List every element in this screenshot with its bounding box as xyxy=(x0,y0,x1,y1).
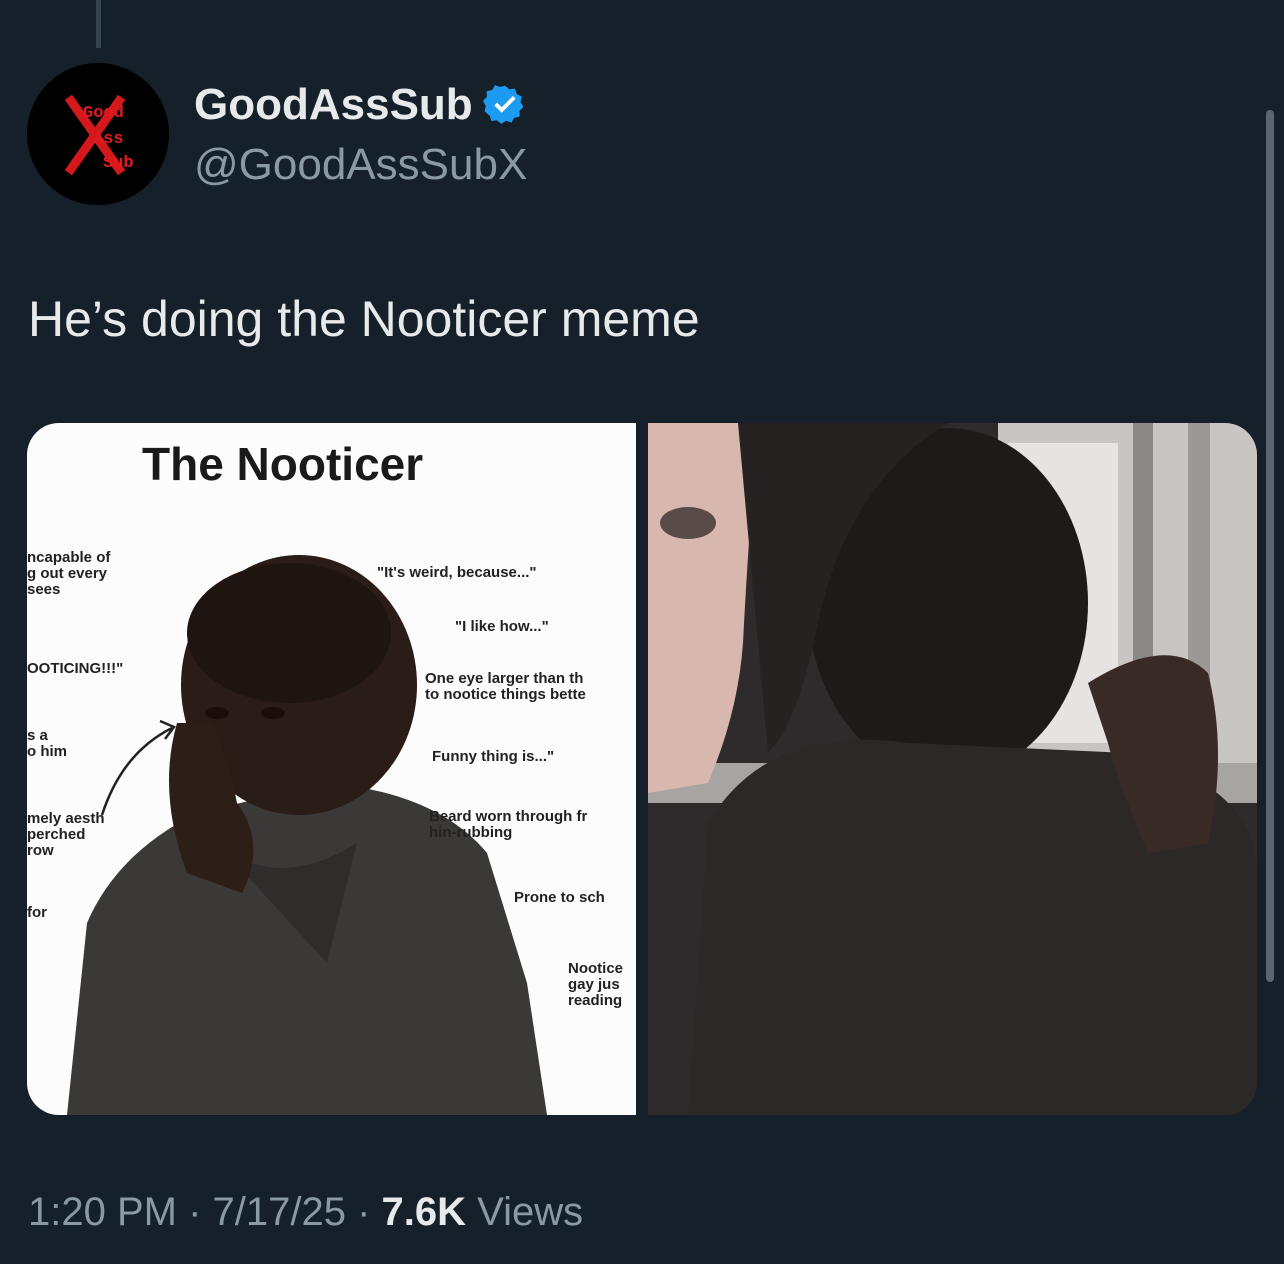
goodasssub-logo-icon: Good Ass Sub xyxy=(27,63,169,205)
photo-image[interactable] xyxy=(648,423,1257,1115)
tweet-media[interactable]: The Nooticer ncapable of g out every see… xyxy=(27,423,1257,1115)
scrollbar[interactable] xyxy=(1266,110,1274,982)
display-name-text: GoodAssSub xyxy=(194,80,473,129)
views-label: Views xyxy=(466,1190,584,1234)
meme-label: mely aesth perched row xyxy=(27,810,105,859)
author-handle[interactable]: @GoodAssSubX xyxy=(194,140,527,190)
tweet-date[interactable]: 7/17/25 xyxy=(213,1190,346,1234)
views-count: 7.6K xyxy=(381,1190,467,1234)
avatar-logo-good: Good xyxy=(83,104,124,123)
nooticer-person-illustration xyxy=(67,555,547,1115)
tweet-text: He’s doing the Nooticer meme xyxy=(28,291,700,347)
avatar[interactable]: Good Ass Sub xyxy=(27,63,169,205)
meme-label: "I like how..." xyxy=(455,618,549,635)
meme-label: One eye larger than th to nootice things… xyxy=(425,670,586,703)
avatar-logo-ass: Ass xyxy=(93,130,124,149)
meme-label: ncapable of g out every sees xyxy=(27,549,111,598)
separator-dot: · xyxy=(345,1190,382,1234)
avatar-logo-sub: Sub xyxy=(103,154,134,173)
tweet-time[interactable]: 1:20 PM xyxy=(28,1190,177,1234)
meme-label: for xyxy=(27,904,47,921)
nooticer-meme-image[interactable]: The Nooticer ncapable of g out every see… xyxy=(27,423,636,1115)
photo-scene-illustration xyxy=(648,423,1257,1115)
thread-connector-line xyxy=(96,0,101,48)
tweet-meta: 1:20 PM · 7/17/25 · 7.6K Views xyxy=(28,1190,583,1235)
meme-label: Funny thing is..." xyxy=(432,748,555,765)
meme-label: Nootice gay jus reading xyxy=(568,960,624,1009)
author-display-name[interactable]: GoodAssSub xyxy=(194,80,527,130)
verified-badge-icon xyxy=(482,85,524,124)
meme-label: Beard worn through fr hin-rubbing xyxy=(429,808,588,841)
meme-label: s a o him xyxy=(27,727,67,760)
meme-label: Prone to sch xyxy=(514,889,605,906)
separator-dot: · xyxy=(176,1190,213,1234)
meme-label: OOTICING!!!" xyxy=(27,660,124,677)
meme-label: "It's weird, because..." xyxy=(377,564,537,581)
